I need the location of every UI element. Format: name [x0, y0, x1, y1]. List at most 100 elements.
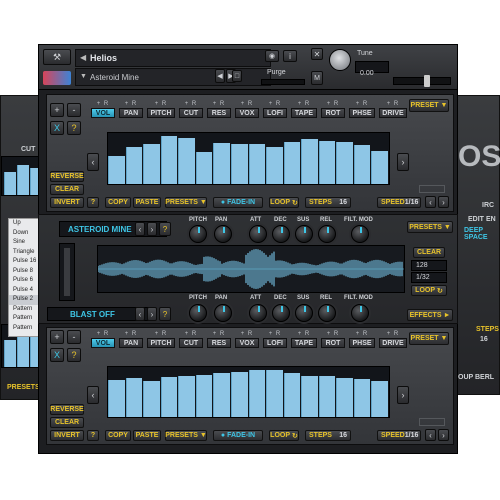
- presets-dropdown[interactable]: PRESETS ▼: [165, 197, 207, 208]
- steps-field-2[interactable]: STEPS 16: [305, 430, 351, 441]
- tab-drive-2[interactable]: + R DRIVE: [379, 330, 407, 348]
- remove-lane-button-2[interactable]: -: [67, 330, 81, 344]
- step-bar[interactable]: [301, 376, 318, 417]
- sample-help-button[interactable]: ?: [159, 222, 171, 236]
- save-icon[interactable]: □: [232, 70, 242, 82]
- step-bar[interactable]: [195, 374, 213, 417]
- add-lane-button[interactable]: +: [50, 103, 64, 117]
- camera-icon[interactable]: ◉: [265, 50, 279, 62]
- tab-res[interactable]: + R RES: [207, 100, 231, 118]
- attack-knob-2[interactable]: [249, 304, 267, 322]
- speed-next-button-2[interactable]: ›: [438, 429, 449, 441]
- pitch-knob-2[interactable]: [189, 304, 207, 322]
- filter-mod-knob[interactable]: [351, 225, 369, 243]
- sample-presets-dropdown[interactable]: PRESETS ▼: [407, 221, 453, 233]
- copy-button-2[interactable]: COPY: [105, 430, 131, 441]
- step-bar[interactable]: [353, 145, 371, 184]
- close-lane-button[interactable]: X: [50, 121, 64, 135]
- tab-vox[interactable]: + R VOX: [235, 100, 259, 118]
- tune-knob[interactable]: [329, 49, 351, 71]
- sample-prev-button[interactable]: ‹: [135, 222, 145, 236]
- filter-mod-knob-2[interactable]: [351, 304, 369, 322]
- step-bar[interactable]: [108, 155, 125, 184]
- decay-knob-2[interactable]: [272, 304, 290, 322]
- invert-button[interactable]: INVERT: [50, 197, 84, 208]
- speed-prev-button[interactable]: ‹: [425, 196, 436, 208]
- sample-length-field[interactable]: 128: [411, 260, 447, 271]
- invert-button-2[interactable]: INVERT: [50, 430, 84, 441]
- step-bar[interactable]: [143, 144, 160, 184]
- step-bar[interactable]: [371, 381, 388, 417]
- tab-pan-2[interactable]: + R PAN: [119, 330, 143, 348]
- step-bar[interactable]: [213, 373, 230, 417]
- step-bar[interactable]: [178, 376, 195, 417]
- effect-next-button[interactable]: ›: [147, 307, 157, 321]
- tab-cut-2[interactable]: + R CUT: [179, 330, 203, 348]
- clear-button[interactable]: CLEAR: [50, 184, 84, 195]
- tab-pitch-2[interactable]: + R PITCH: [147, 330, 175, 348]
- prev-page-button-2[interactable]: ‹: [87, 386, 99, 404]
- step-bar[interactable]: [160, 135, 178, 184]
- tab-vol[interactable]: + R VOL: [91, 100, 115, 118]
- remove-lane-button[interactable]: -: [67, 103, 81, 117]
- clear-sample-button[interactable]: CLEAR: [413, 247, 445, 258]
- reverse-button[interactable]: REVERSE: [50, 171, 84, 182]
- step-bar[interactable]: [301, 139, 318, 184]
- tab-drive[interactable]: + R DRIVE: [379, 100, 407, 118]
- tab-phse[interactable]: + R PHSE: [349, 100, 375, 118]
- tab-cut[interactable]: + R CUT: [179, 100, 203, 118]
- add-lane-button-2[interactable]: +: [50, 330, 64, 344]
- effect-prev-button[interactable]: ‹: [135, 307, 145, 321]
- wrench-icon[interactable]: ⚒: [43, 49, 71, 65]
- step-bar[interactable]: [125, 147, 143, 184]
- step-bar[interactable]: [283, 373, 301, 417]
- sustain-knob[interactable]: [295, 225, 313, 243]
- step-bar[interactable]: [248, 144, 266, 184]
- step-bar[interactable]: [318, 376, 336, 417]
- tab-pan[interactable]: + R PAN: [119, 100, 143, 118]
- preset-dropdown-2[interactable]: PRESET ▼: [409, 332, 449, 345]
- tab-rot[interactable]: + R ROT: [321, 100, 345, 118]
- step-bar[interactable]: [318, 140, 336, 184]
- help-button-bottom[interactable]: ?: [87, 197, 99, 208]
- tab-lofi[interactable]: + R LOFI: [263, 100, 287, 118]
- pan-knob[interactable]: [214, 225, 232, 243]
- decay-knob[interactable]: [272, 225, 290, 243]
- release-knob[interactable]: [318, 225, 336, 243]
- step-bar[interactable]: [195, 152, 213, 184]
- step-bar[interactable]: [336, 378, 353, 417]
- paste-button-2[interactable]: PASTE: [133, 430, 161, 441]
- step-bar[interactable]: [230, 144, 248, 184]
- release-knob-2[interactable]: [318, 304, 336, 322]
- step-bar[interactable]: [125, 378, 143, 417]
- tab-tape-2[interactable]: + R TAPE: [291, 330, 317, 348]
- sample-rate-field[interactable]: 1/32: [411, 272, 447, 283]
- sample-next-button[interactable]: ›: [147, 222, 157, 236]
- speed-next-button[interactable]: ›: [438, 196, 449, 208]
- step-bar[interactable]: [353, 379, 371, 417]
- waveform-display[interactable]: [97, 245, 405, 293]
- effect-help-button[interactable]: ?: [159, 307, 171, 321]
- attack-knob[interactable]: [249, 225, 267, 243]
- help-button[interactable]: ?: [67, 121, 81, 135]
- step-bar[interactable]: [248, 369, 266, 417]
- right-ghost-en[interactable]: EN: [486, 216, 496, 223]
- close-icon[interactable]: ✕: [311, 48, 323, 60]
- tab-tape[interactable]: + R TAPE: [291, 100, 317, 118]
- steps-field[interactable]: STEPS 16: [305, 197, 351, 208]
- purge-label[interactable]: Purge: [267, 69, 286, 76]
- step-bar[interactable]: [336, 142, 353, 184]
- output-button[interactable]: M: [311, 71, 323, 85]
- right-ghost-edit[interactable]: EDIT: [468, 216, 484, 223]
- step-bar[interactable]: [230, 372, 248, 417]
- step-bar[interactable]: [108, 379, 125, 417]
- instrument-name-field[interactable]: ◀ Helios: [75, 49, 271, 67]
- prev-preset-button[interactable]: ◀: [215, 69, 225, 83]
- help-button-2[interactable]: ?: [67, 348, 81, 362]
- tab-res-2[interactable]: + R RES: [207, 330, 231, 348]
- pitch-knob[interactable]: [189, 225, 207, 243]
- reverse-button-2[interactable]: REVERSE: [50, 404, 84, 415]
- fade-in-toggle-2[interactable]: ● FADE-IN: [213, 430, 263, 441]
- prev-page-button[interactable]: ‹: [87, 153, 99, 171]
- effects-dropdown[interactable]: EFFECTS ►: [407, 309, 453, 321]
